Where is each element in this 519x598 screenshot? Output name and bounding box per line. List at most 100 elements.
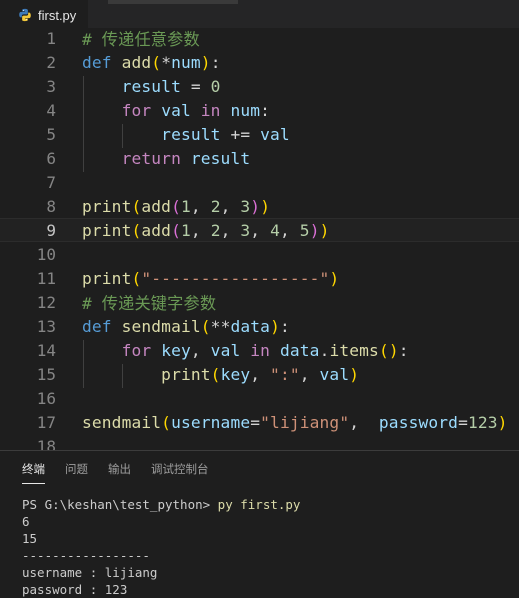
code-token: : [279, 316, 290, 336]
terminal-prompt: PS G:\keshan\test_python> [22, 497, 218, 512]
code-text: def add(*num): [82, 53, 221, 72]
code-line[interactable]: 8 print(add(1, 2, 3)) [0, 194, 519, 218]
code-text: # 传递任意参数 [82, 28, 200, 50]
code-token: print [82, 196, 132, 216]
panel-tab[interactable]: 问题 [65, 461, 88, 483]
code-token: ) [260, 196, 271, 216]
code-token: , [299, 364, 320, 384]
code-token: : [260, 100, 271, 120]
code-token: data [230, 316, 271, 336]
code-token: print [161, 364, 211, 384]
code-token: 3 [240, 196, 251, 216]
code-token: ) [200, 52, 211, 72]
code-line[interactable]: 15 print(key, ":", val) [0, 362, 519, 386]
line-number: 11 [36, 268, 56, 288]
code-token: key [161, 340, 191, 360]
code-token: "-----------------" [141, 268, 330, 288]
code-token: ( [161, 412, 172, 432]
code-line[interactable]: 6 return result [0, 146, 519, 170]
code-token: = [458, 412, 468, 432]
code-token: 123 [467, 412, 498, 432]
line-number: 1 [46, 28, 56, 48]
line-number: 3 [46, 76, 56, 96]
code-token: print [82, 268, 132, 288]
code-text: return result [82, 149, 251, 168]
code-token: key [220, 364, 251, 384]
code-text: result += val [82, 125, 290, 144]
code-line[interactable]: 9 print(add(1, 2, 3, 4, 5)) [0, 218, 519, 242]
code-line[interactable]: 3 result = 0 [0, 74, 519, 98]
code-token: = [180, 76, 211, 96]
code-token: * [161, 52, 172, 72]
code-token: = [250, 412, 261, 432]
code-line[interactable]: 18 [0, 434, 519, 451]
code-line[interactable]: 11 print("-----------------") [0, 266, 519, 290]
code-line[interactable]: 7 [0, 170, 519, 194]
code-editor[interactable]: 1 # 传递任意参数 2 def add(*num): 3 result = 04 fo… [0, 28, 519, 450]
code-token: , [220, 220, 241, 240]
code-token: : [210, 52, 221, 72]
code-text: def sendmail(**data): [82, 317, 290, 336]
code-token: ( [131, 220, 142, 240]
line-number: 2 [46, 52, 56, 72]
editor-tab-first-py[interactable]: first.py [0, 0, 89, 30]
code-token: ( [151, 52, 162, 72]
code-token: result [121, 76, 181, 96]
code-text: result = 0 [82, 77, 221, 96]
code-line[interactable]: 1 # 传递任意参数 [0, 28, 519, 50]
code-line[interactable]: 16 [0, 386, 519, 410]
code-line[interactable]: 5 result += val [0, 122, 519, 146]
code-token: data [279, 340, 320, 360]
line-number: 16 [36, 388, 56, 408]
tab-scroll-strip [108, 0, 238, 4]
code-line[interactable]: 17 sendmail(username="lijiang", password=… [0, 410, 519, 434]
code-text: for val in num: [82, 101, 270, 120]
line-number: 7 [46, 172, 56, 192]
code-text: # 传递关键字参数 [82, 290, 216, 314]
code-line[interactable]: 12 # 传递关键字参数 [0, 290, 519, 314]
code-line[interactable]: 10 [0, 242, 519, 266]
code-line[interactable]: 13 def sendmail(**data): [0, 314, 519, 338]
code-token: username [171, 412, 251, 432]
panel-tab[interactable]: 调试控制台 [151, 461, 209, 483]
code-token: add [141, 196, 172, 216]
code-line[interactable]: 4 for val in num: [0, 98, 519, 122]
code-token: 2 [210, 196, 221, 216]
code-token: ) [329, 268, 340, 288]
code-text: sendmail(username="lijiang", password=12… [82, 413, 508, 432]
line-number: 15 [36, 364, 56, 384]
code-token: val [319, 364, 350, 384]
code-token: sendmail [121, 316, 201, 336]
code-line[interactable]: 14 for key, val in data.items(): [0, 338, 519, 362]
code-token: ( [131, 268, 142, 288]
code-token: , [190, 196, 211, 216]
panel-tab[interactable]: 终端 [22, 461, 45, 484]
terminal-output[interactable]: PS G:\keshan\test_python> py first.py 6 … [22, 496, 300, 598]
code-token: in [200, 100, 221, 120]
code-line[interactable]: 2 def add(*num): [0, 50, 519, 74]
code-token: num [171, 52, 201, 72]
code-token: ) [250, 196, 261, 216]
code-token: items [329, 340, 379, 360]
code-token: # 传递关键字参数 [82, 294, 217, 313]
panel-tab[interactable]: 输出 [108, 461, 131, 483]
code-token: ) [349, 364, 360, 384]
terminal-command: py first.py [217, 497, 301, 512]
code-token: 1 [180, 220, 191, 240]
code-text: for key, val in data.items(): [82, 341, 409, 360]
line-number: 4 [46, 100, 56, 120]
python-icon [19, 8, 31, 22]
code-token: ( [171, 196, 181, 216]
code-token: def [82, 316, 112, 336]
tab-bar: first.py [0, 0, 519, 30]
code-token: # 传递任意参数 [82, 30, 200, 49]
code-token: ) [388, 340, 399, 360]
line-number: 18 [36, 436, 56, 451]
